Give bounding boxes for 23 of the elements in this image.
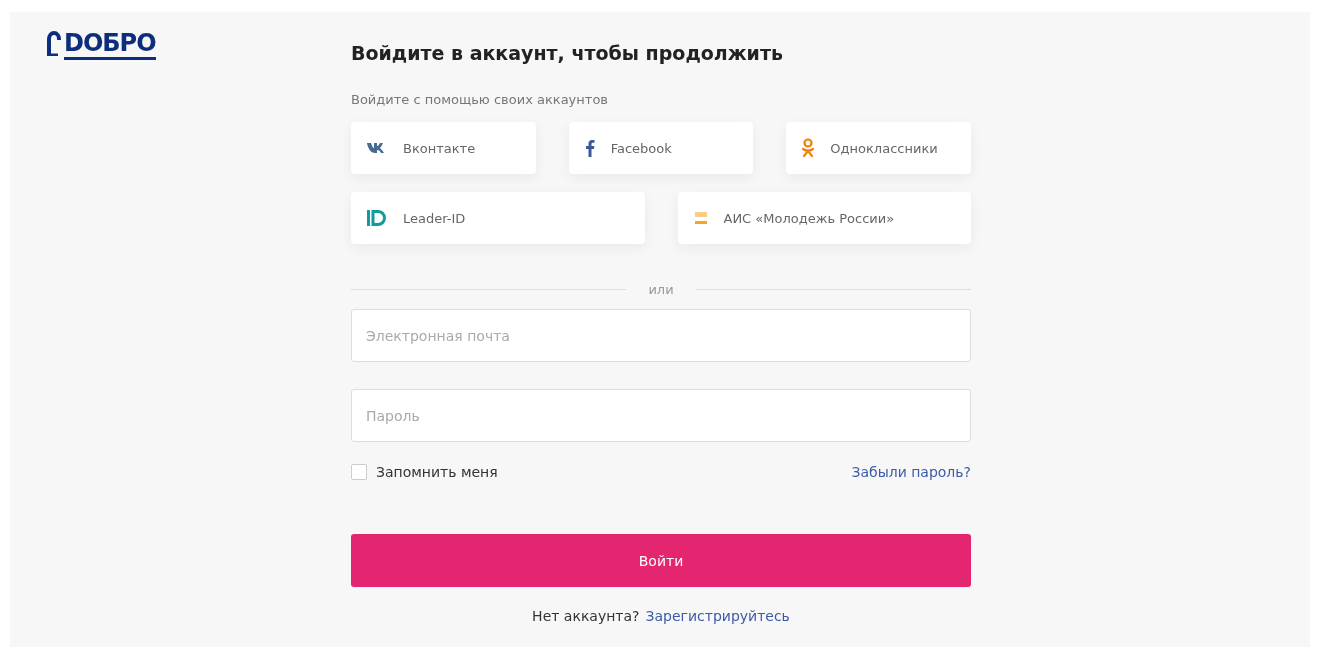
social-login-button[interactable]: Facebook (568, 122, 754, 174)
signup-prompt: Нет аккаунта? (532, 608, 640, 624)
input-field[interactable]: Электронная почта (351, 309, 971, 362)
social-caption: Войдите с помощью своих аккаунтов (351, 92, 609, 108)
vk-icon (367, 142, 387, 154)
register-link[interactable]: Зарегистрируйтесь (645, 608, 790, 624)
social-login-button[interactable]: Вконтакте (351, 122, 536, 174)
checkbox[interactable] (351, 464, 367, 480)
facebook-icon (584, 139, 595, 157)
ok-icon (802, 138, 815, 158)
logo[interactable]: DОБРО (64, 30, 156, 60)
divider-label: или (648, 282, 674, 297)
id-icon (367, 210, 387, 226)
login-button[interactable]: Войти (351, 534, 971, 587)
arch-icon (46, 30, 62, 56)
checkbox-label: Запомнить меня (376, 464, 498, 480)
input-field[interactable]: Пароль (351, 389, 971, 442)
forgot-password-link[interactable]: Забыли пароль? (851, 464, 971, 480)
social-login-button[interactable]: АИС «Молодежь России» (677, 192, 971, 244)
social-login-button[interactable]: Одноклассники (786, 122, 971, 174)
rm-icon (693, 211, 708, 225)
page-title: Войдите в аккаунт, чтобы продолжить (351, 41, 784, 65)
social-login-button[interactable]: Leader-ID (351, 192, 645, 244)
